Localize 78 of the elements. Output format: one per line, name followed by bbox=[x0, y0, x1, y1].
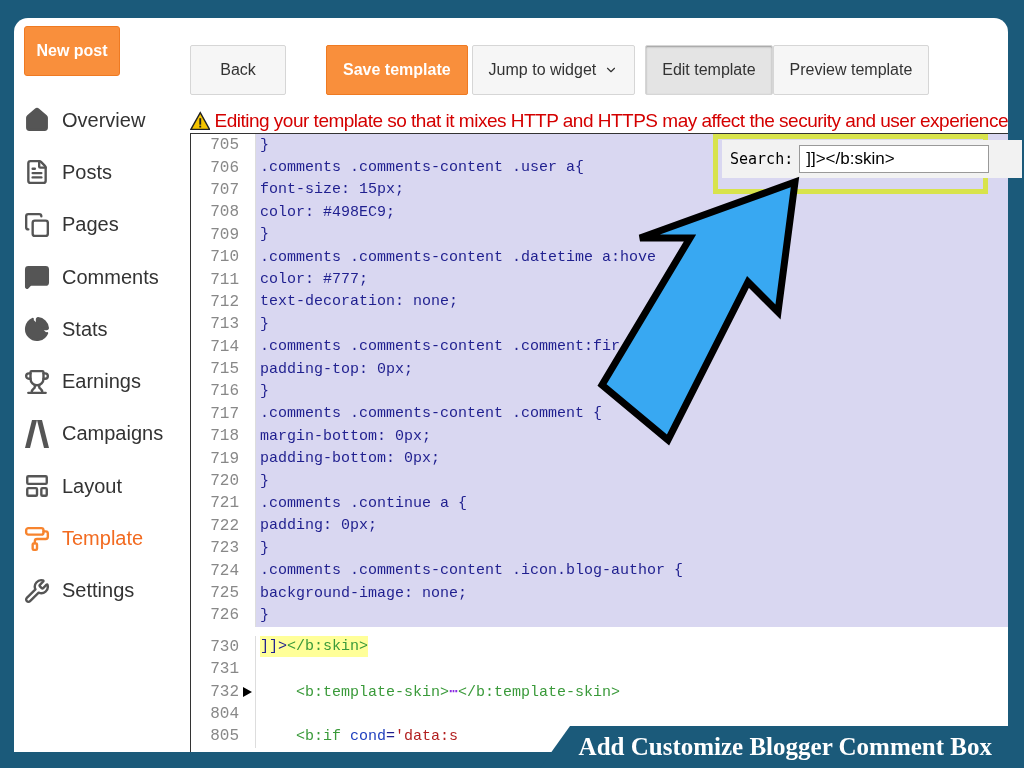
sidebar-item[interactable]: Comments bbox=[24, 250, 190, 304]
line-number: 723 bbox=[209, 539, 239, 558]
line-number: 716 bbox=[209, 382, 239, 401]
line-number: 731 bbox=[209, 660, 239, 679]
sidebar-item[interactable]: Posts bbox=[24, 146, 190, 199]
code-line: <b:if cond='data:s bbox=[296, 726, 459, 747]
sidebar-item[interactable]: Stats bbox=[24, 303, 190, 356]
back-button[interactable]: Back bbox=[190, 45, 286, 95]
line-number: 715 bbox=[209, 360, 239, 379]
pages-icon bbox=[24, 210, 50, 239]
code-line: text-decoration: none; bbox=[260, 292, 459, 313]
line-number: 712 bbox=[209, 292, 239, 311]
speech-bubble-icon bbox=[24, 263, 50, 292]
code-line: color: #777; bbox=[260, 270, 369, 291]
line-number: 718 bbox=[209, 427, 239, 446]
code-line: background-image: none; bbox=[260, 583, 468, 604]
line-number: 720 bbox=[209, 472, 239, 491]
line-number: 711 bbox=[209, 270, 239, 289]
line-number: 717 bbox=[209, 404, 239, 423]
sidebar-item[interactable]: Settings bbox=[24, 564, 190, 617]
jump-to-widget-dropdown[interactable]: Jump to widget bbox=[471, 45, 636, 95]
code-line: .comments .comments-content .comment:fir bbox=[260, 337, 621, 358]
line-number: 709 bbox=[209, 225, 239, 244]
search-label: Search: bbox=[730, 150, 794, 168]
line-number: 804 bbox=[209, 704, 239, 723]
line-number: 719 bbox=[209, 449, 239, 468]
trophy-icon bbox=[24, 367, 50, 396]
code-line: } bbox=[260, 225, 269, 246]
line-number: 713 bbox=[209, 315, 239, 334]
code-line: } bbox=[260, 538, 269, 559]
sidebar-item[interactable]: Layout bbox=[24, 460, 190, 513]
search-field[interactable]: ]]></b:skin> bbox=[799, 145, 990, 173]
pie-chart-icon bbox=[24, 315, 50, 344]
caption-text: Add Customize Blogger Comment Box bbox=[578, 733, 992, 761]
code-line: padding: 0px; bbox=[260, 516, 378, 537]
line-number: 805 bbox=[209, 727, 239, 746]
code-line: .comments .comments-content .comment { bbox=[260, 404, 603, 425]
line-number: 708 bbox=[209, 203, 239, 222]
mode-tab[interactable]: Preview template bbox=[772, 45, 930, 95]
line-number: 732 bbox=[209, 682, 239, 701]
fold-arrow-icon[interactable] bbox=[242, 686, 252, 697]
sidebar-item[interactable]: Pages bbox=[24, 198, 190, 251]
line-number: 721 bbox=[209, 494, 239, 513]
paint-roller-icon bbox=[24, 524, 50, 553]
line-number: 710 bbox=[209, 248, 239, 267]
sidebar-item[interactable]: Overview bbox=[24, 94, 190, 147]
line-number: 707 bbox=[209, 180, 239, 199]
code-line: padding-bottom: 0px; bbox=[260, 449, 441, 470]
line-number: 726 bbox=[209, 606, 239, 625]
code-line: padding-top: 0px; bbox=[260, 359, 414, 380]
campaigns-icon bbox=[24, 419, 50, 448]
code-line: .comments .comments-content .datetime a:hove bbox=[260, 247, 657, 268]
line-number: 730 bbox=[209, 637, 239, 656]
sidebar-item[interactable]: Campaigns bbox=[24, 407, 190, 461]
wrench-icon bbox=[24, 576, 50, 605]
mode-tab[interactable]: Edit template bbox=[645, 45, 773, 95]
warning-icon bbox=[190, 111, 211, 131]
code-line: .comments .comments-content .user a{ bbox=[260, 158, 585, 179]
code-line: margin-bottom: 0px; bbox=[260, 426, 432, 447]
code-line: } bbox=[260, 605, 269, 626]
code-line: color: #498EC9; bbox=[260, 202, 396, 223]
document-icon bbox=[24, 158, 50, 187]
code-line: } bbox=[260, 314, 269, 335]
code-line: font-size: 15px; bbox=[260, 180, 405, 201]
line-number: 724 bbox=[209, 561, 239, 580]
line-number: 705 bbox=[209, 136, 239, 155]
line-number: 722 bbox=[209, 516, 239, 535]
code-line: } bbox=[260, 382, 269, 402]
code-line: } bbox=[260, 471, 269, 492]
line-number: 714 bbox=[209, 337, 239, 356]
line-number: 706 bbox=[209, 158, 239, 177]
code-line: <b:template-skin>⋯</b:template-skin> bbox=[296, 683, 621, 704]
code-line: } bbox=[260, 135, 269, 156]
sidebar-item[interactable]: Earnings bbox=[24, 355, 190, 408]
code-line: .comments .continue a { bbox=[260, 493, 468, 514]
code-line: .comments .comments-content .icon.blog-author { bbox=[260, 561, 684, 582]
line-number: 725 bbox=[209, 584, 239, 602]
warning-text: Editing your template so that it mixes HTTP and HTTPS may affect the security and user experience bbox=[214, 110, 1008, 132]
